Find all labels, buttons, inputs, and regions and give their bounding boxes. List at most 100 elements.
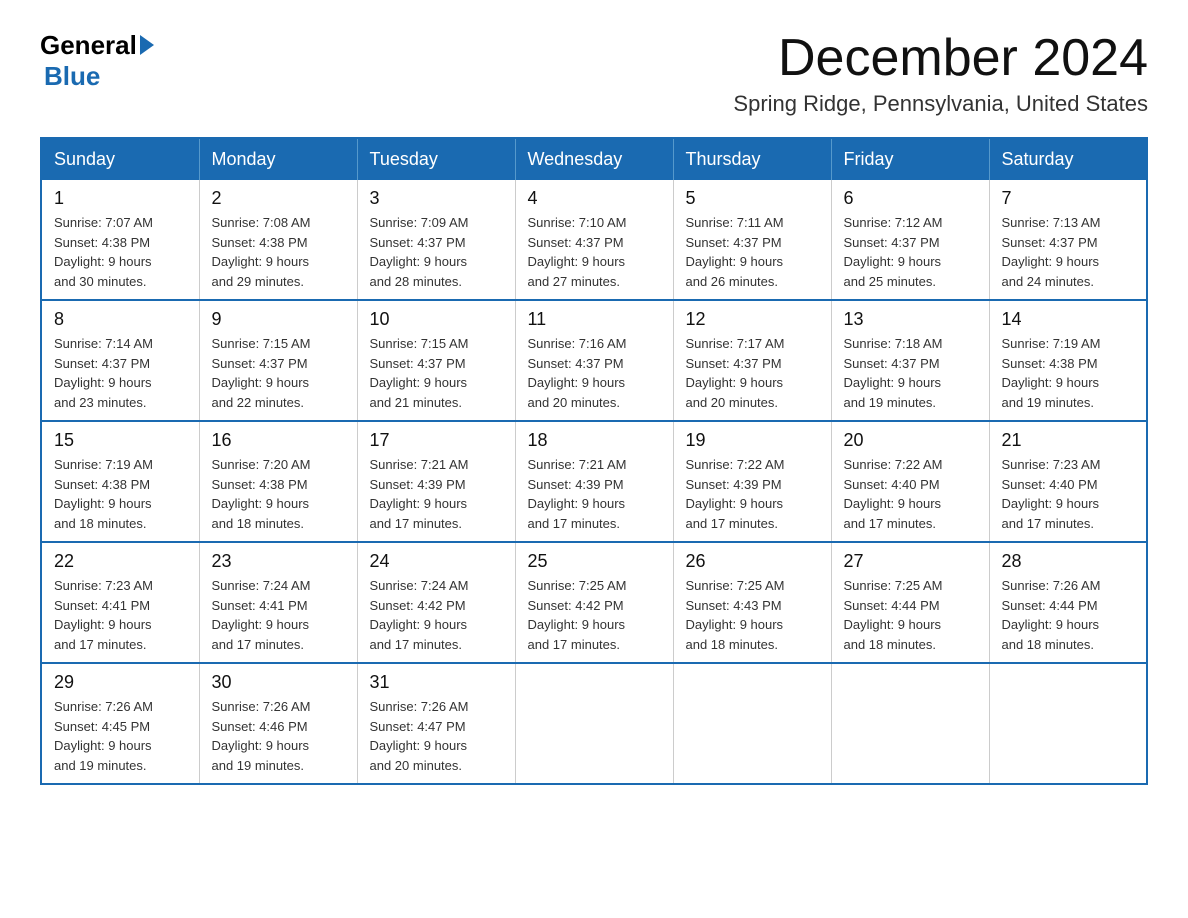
calendar-table: SundayMondayTuesdayWednesdayThursdayFrid… (40, 137, 1148, 785)
day-info: Sunrise: 7:24 AMSunset: 4:42 PMDaylight:… (370, 576, 503, 654)
day-number: 15 (54, 430, 187, 451)
calendar-cell: 17 Sunrise: 7:21 AMSunset: 4:39 PMDayligh… (357, 421, 515, 542)
day-info: Sunrise: 7:23 AMSunset: 4:40 PMDaylight:… (1002, 455, 1135, 533)
day-info: Sunrise: 7:19 AMSunset: 4:38 PMDaylight:… (54, 455, 187, 533)
day-number: 5 (686, 188, 819, 209)
day-info: Sunrise: 7:25 AMSunset: 4:44 PMDaylight:… (844, 576, 977, 654)
day-info: Sunrise: 7:11 AMSunset: 4:37 PMDaylight:… (686, 213, 819, 291)
day-number: 28 (1002, 551, 1135, 572)
weekday-header-saturday: Saturday (989, 138, 1147, 180)
calendar-cell: 9 Sunrise: 7:15 AMSunset: 4:37 PMDaylight… (199, 300, 357, 421)
calendar-cell: 27 Sunrise: 7:25 AMSunset: 4:44 PMDayligh… (831, 542, 989, 663)
day-number: 14 (1002, 309, 1135, 330)
day-number: 10 (370, 309, 503, 330)
calendar-cell: 4 Sunrise: 7:10 AMSunset: 4:37 PMDaylight… (515, 180, 673, 300)
day-info: Sunrise: 7:15 AMSunset: 4:37 PMDaylight:… (212, 334, 345, 412)
day-info: Sunrise: 7:26 AMSunset: 4:47 PMDaylight:… (370, 697, 503, 775)
calendar-cell: 26Sunrise: 7:25 AMSunset: 4:43 PMDayligh… (673, 542, 831, 663)
logo: General Blue (40, 30, 154, 92)
day-number: 26 (686, 551, 819, 572)
day-info: Sunrise: 7:10 AMSunset: 4:37 PMDaylight:… (528, 213, 661, 291)
calendar-cell: 19 Sunrise: 7:22 AMSunset: 4:39 PMDayligh… (673, 421, 831, 542)
calendar-cell: 8Sunrise: 7:14 AMSunset: 4:37 PMDaylight… (41, 300, 199, 421)
location-title: Spring Ridge, Pennsylvania, United State… (733, 91, 1148, 117)
day-number: 1 (54, 188, 187, 209)
calendar-cell (989, 663, 1147, 784)
calendar-cell: 21 Sunrise: 7:23 AMSunset: 4:40 PMDayligh… (989, 421, 1147, 542)
day-info: Sunrise: 7:26 AMSunset: 4:45 PMDaylight:… (54, 697, 187, 775)
day-info: Sunrise: 7:20 AMSunset: 4:38 PMDaylight:… (212, 455, 345, 533)
calendar-cell: 13Sunrise: 7:18 AMSunset: 4:37 PMDayligh… (831, 300, 989, 421)
calendar-cell: 5 Sunrise: 7:11 AMSunset: 4:37 PMDaylight… (673, 180, 831, 300)
day-number: 7 (1002, 188, 1135, 209)
calendar-cell: 2Sunrise: 7:08 AMSunset: 4:38 PMDaylight… (199, 180, 357, 300)
calendar-cell: 31Sunrise: 7:26 AMSunset: 4:47 PMDayligh… (357, 663, 515, 784)
weekday-header-tuesday: Tuesday (357, 138, 515, 180)
day-number: 3 (370, 188, 503, 209)
calendar-cell: 30Sunrise: 7:26 AMSunset: 4:46 PMDayligh… (199, 663, 357, 784)
day-number: 20 (844, 430, 977, 451)
day-number: 23 (212, 551, 345, 572)
day-info: Sunrise: 7:24 AMSunset: 4:41 PMDaylight:… (212, 576, 345, 654)
day-number: 11 (528, 309, 661, 330)
day-number: 24 (370, 551, 503, 572)
calendar-week-row: 15 Sunrise: 7:19 AMSunset: 4:38 PMDayligh… (41, 421, 1147, 542)
calendar-week-row: 29Sunrise: 7:26 AMSunset: 4:45 PMDayligh… (41, 663, 1147, 784)
calendar-cell: 11 Sunrise: 7:16 AMSunset: 4:37 PMDayligh… (515, 300, 673, 421)
day-info: Sunrise: 7:22 AMSunset: 4:39 PMDaylight:… (686, 455, 819, 533)
day-number: 12 (686, 309, 819, 330)
calendar-cell: 24 Sunrise: 7:24 AMSunset: 4:42 PMDayligh… (357, 542, 515, 663)
logo-arrow-icon (140, 35, 154, 55)
weekday-header-row: SundayMondayTuesdayWednesdayThursdayFrid… (41, 138, 1147, 180)
calendar-cell: 22 Sunrise: 7:23 AMSunset: 4:41 PMDayligh… (41, 542, 199, 663)
calendar-cell: 7Sunrise: 7:13 AMSunset: 4:37 PMDaylight… (989, 180, 1147, 300)
day-number: 27 (844, 551, 977, 572)
day-info: Sunrise: 7:25 AMSunset: 4:42 PMDaylight:… (528, 576, 661, 654)
day-number: 9 (212, 309, 345, 330)
weekday-header-thursday: Thursday (673, 138, 831, 180)
day-info: Sunrise: 7:21 AMSunset: 4:39 PMDaylight:… (528, 455, 661, 533)
day-info: Sunrise: 7:09 AMSunset: 4:37 PMDaylight:… (370, 213, 503, 291)
day-info: Sunrise: 7:16 AMSunset: 4:37 PMDaylight:… (528, 334, 661, 412)
day-info: Sunrise: 7:17 AMSunset: 4:37 PMDaylight:… (686, 334, 819, 412)
logo-general: General (40, 30, 137, 61)
calendar-cell: 6Sunrise: 7:12 AMSunset: 4:37 PMDaylight… (831, 180, 989, 300)
calendar-cell: 29Sunrise: 7:26 AMSunset: 4:45 PMDayligh… (41, 663, 199, 784)
title-area: December 2024 Spring Ridge, Pennsylvania… (733, 30, 1148, 117)
day-number: 17 (370, 430, 503, 451)
calendar-cell (673, 663, 831, 784)
calendar-cell: 14 Sunrise: 7:19 AMSunset: 4:38 PMDayligh… (989, 300, 1147, 421)
day-number: 19 (686, 430, 819, 451)
day-number: 2 (212, 188, 345, 209)
day-number: 4 (528, 188, 661, 209)
day-number: 21 (1002, 430, 1135, 451)
calendar-cell: 10 Sunrise: 7:15 AMSunset: 4:37 PMDayligh… (357, 300, 515, 421)
calendar-cell (831, 663, 989, 784)
calendar-cell: 16Sunrise: 7:20 AMSunset: 4:38 PMDayligh… (199, 421, 357, 542)
day-number: 22 (54, 551, 187, 572)
day-number: 13 (844, 309, 977, 330)
day-info: Sunrise: 7:19 AMSunset: 4:38 PMDaylight:… (1002, 334, 1135, 412)
day-number: 30 (212, 672, 345, 693)
calendar-cell (515, 663, 673, 784)
logo-blue: Blue (44, 61, 100, 91)
day-info: Sunrise: 7:26 AMSunset: 4:44 PMDaylight:… (1002, 576, 1135, 654)
calendar-cell: 1Sunrise: 7:07 AMSunset: 4:38 PMDaylight… (41, 180, 199, 300)
day-info: Sunrise: 7:14 AMSunset: 4:37 PMDaylight:… (54, 334, 187, 412)
calendar-cell: 23 Sunrise: 7:24 AMSunset: 4:41 PMDayligh… (199, 542, 357, 663)
day-number: 25 (528, 551, 661, 572)
day-number: 18 (528, 430, 661, 451)
calendar-cell: 15 Sunrise: 7:19 AMSunset: 4:38 PMDayligh… (41, 421, 199, 542)
weekday-header-friday: Friday (831, 138, 989, 180)
day-info: Sunrise: 7:21 AMSunset: 4:39 PMDaylight:… (370, 455, 503, 533)
calendar-week-row: 22 Sunrise: 7:23 AMSunset: 4:41 PMDayligh… (41, 542, 1147, 663)
calendar-cell: 25 Sunrise: 7:25 AMSunset: 4:42 PMDayligh… (515, 542, 673, 663)
day-info: Sunrise: 7:15 AMSunset: 4:37 PMDaylight:… (370, 334, 503, 412)
page-header: General Blue December 2024 Spring Ridge,… (40, 30, 1148, 117)
calendar-cell: 28 Sunrise: 7:26 AMSunset: 4:44 PMDayligh… (989, 542, 1147, 663)
day-info: Sunrise: 7:22 AMSunset: 4:40 PMDaylight:… (844, 455, 977, 533)
day-info: Sunrise: 7:23 AMSunset: 4:41 PMDaylight:… (54, 576, 187, 654)
calendar-cell: 3 Sunrise: 7:09 AMSunset: 4:37 PMDaylight… (357, 180, 515, 300)
logo-text: General (40, 30, 154, 61)
day-number: 6 (844, 188, 977, 209)
